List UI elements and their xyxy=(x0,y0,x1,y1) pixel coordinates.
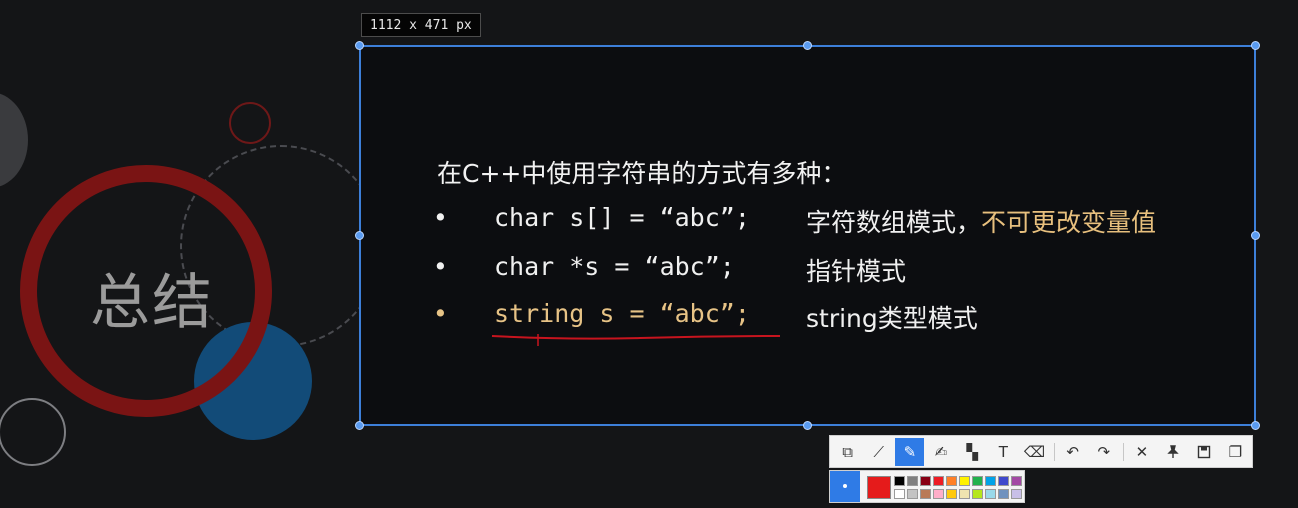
color-swatch[interactable] xyxy=(933,489,944,499)
bullet-description: 指针模式 xyxy=(806,257,907,286)
text-tool-icon[interactable]: T xyxy=(989,438,1018,466)
resize-handle-bottom-right[interactable] xyxy=(1251,421,1260,430)
bullet-code: char *s = “abc”; xyxy=(494,252,735,281)
bullet-dot: • xyxy=(433,252,448,281)
selection-size-label: 1112 x 471 px xyxy=(361,13,481,37)
eraser-tool-icon[interactable]: ⌫ xyxy=(1020,438,1049,466)
rectangle-tool-icon[interactable]: ⧉ xyxy=(833,438,862,466)
color-swatch[interactable] xyxy=(907,489,918,499)
color-swatch[interactable] xyxy=(972,476,983,486)
background-ring-grey xyxy=(0,398,66,466)
resize-handle-top-right[interactable] xyxy=(1251,41,1260,50)
resize-handle-bottom[interactable] xyxy=(803,421,812,430)
bullet-description: 字符数组模式， xyxy=(806,208,982,237)
color-swatch[interactable] xyxy=(998,476,1009,486)
color-swatch[interactable] xyxy=(998,489,1009,499)
redo-icon[interactable]: ↷ xyxy=(1089,438,1118,466)
color-swatch[interactable] xyxy=(920,476,931,486)
color-swatch-grid xyxy=(894,476,1022,500)
save-icon[interactable] xyxy=(1190,438,1219,466)
annotation-toolbar: ⧉ ⟋ ✎ ✍ ▚ T ⌫ ↶ ↷ ✕ ❐ xyxy=(829,435,1253,468)
bullet-description-group: 字符数组模式，不可更改变量值 xyxy=(806,203,1156,239)
color-swatch[interactable] xyxy=(959,489,970,499)
color-swatch[interactable] xyxy=(1011,489,1022,499)
mosaic-tool-icon[interactable]: ▚ xyxy=(958,438,987,466)
color-swatch[interactable] xyxy=(946,476,957,486)
brush-size-dot xyxy=(843,484,847,488)
marker-tool-icon[interactable]: ✍ xyxy=(926,438,955,466)
resize-handle-top-left[interactable] xyxy=(355,41,364,50)
color-swatch[interactable] xyxy=(959,476,970,486)
resize-handle-top[interactable] xyxy=(803,41,812,50)
color-palette xyxy=(829,470,1025,503)
bullet-dot: • xyxy=(433,299,448,328)
color-swatch[interactable] xyxy=(920,489,931,499)
background-ring-small-red xyxy=(229,102,271,144)
bullet-code: char s[] = “abc”; xyxy=(494,203,750,232)
resize-handle-right[interactable] xyxy=(1251,231,1260,240)
color-swatch[interactable] xyxy=(972,489,983,499)
color-swatch[interactable] xyxy=(946,489,957,499)
color-swatch[interactable] xyxy=(907,476,918,486)
bullet-code: string s = “abc”; xyxy=(494,299,750,328)
color-swatch[interactable] xyxy=(985,489,996,499)
bullet-warning: 不可更改变量值 xyxy=(981,208,1157,237)
save-glyph xyxy=(1198,445,1211,458)
undo-icon[interactable]: ↶ xyxy=(1058,438,1087,466)
summary-title: 总结 xyxy=(90,268,214,338)
color-swatch[interactable] xyxy=(894,476,905,486)
brush-size-selector[interactable] xyxy=(830,471,860,502)
background-circle-grey xyxy=(0,92,28,188)
color-swatch[interactable] xyxy=(985,476,996,486)
toolbar-divider xyxy=(1123,442,1125,461)
pin-icon[interactable] xyxy=(1159,438,1188,466)
current-color-swatch[interactable] xyxy=(867,476,891,499)
close-icon[interactable]: ✕ xyxy=(1127,438,1156,466)
resize-handle-left[interactable] xyxy=(355,231,364,240)
toolbar-divider xyxy=(1054,442,1056,461)
color-swatch[interactable] xyxy=(894,489,905,499)
pin-glyph xyxy=(1167,444,1179,458)
slide-heading: 在C++中使用字符串的方式有多种： xyxy=(437,159,847,188)
bullet-description: string类型模式 xyxy=(806,304,978,333)
bullet-dot: • xyxy=(433,203,448,232)
pen-tool-icon[interactable]: ✎ xyxy=(895,437,925,466)
color-swatch[interactable] xyxy=(1011,476,1022,486)
line-tool-icon[interactable]: ⟋ xyxy=(864,438,893,466)
red-pen-underline xyxy=(491,334,781,346)
copy-icon[interactable]: ❐ xyxy=(1221,438,1250,466)
color-swatch[interactable] xyxy=(933,476,944,486)
resize-handle-bottom-left[interactable] xyxy=(355,421,364,430)
